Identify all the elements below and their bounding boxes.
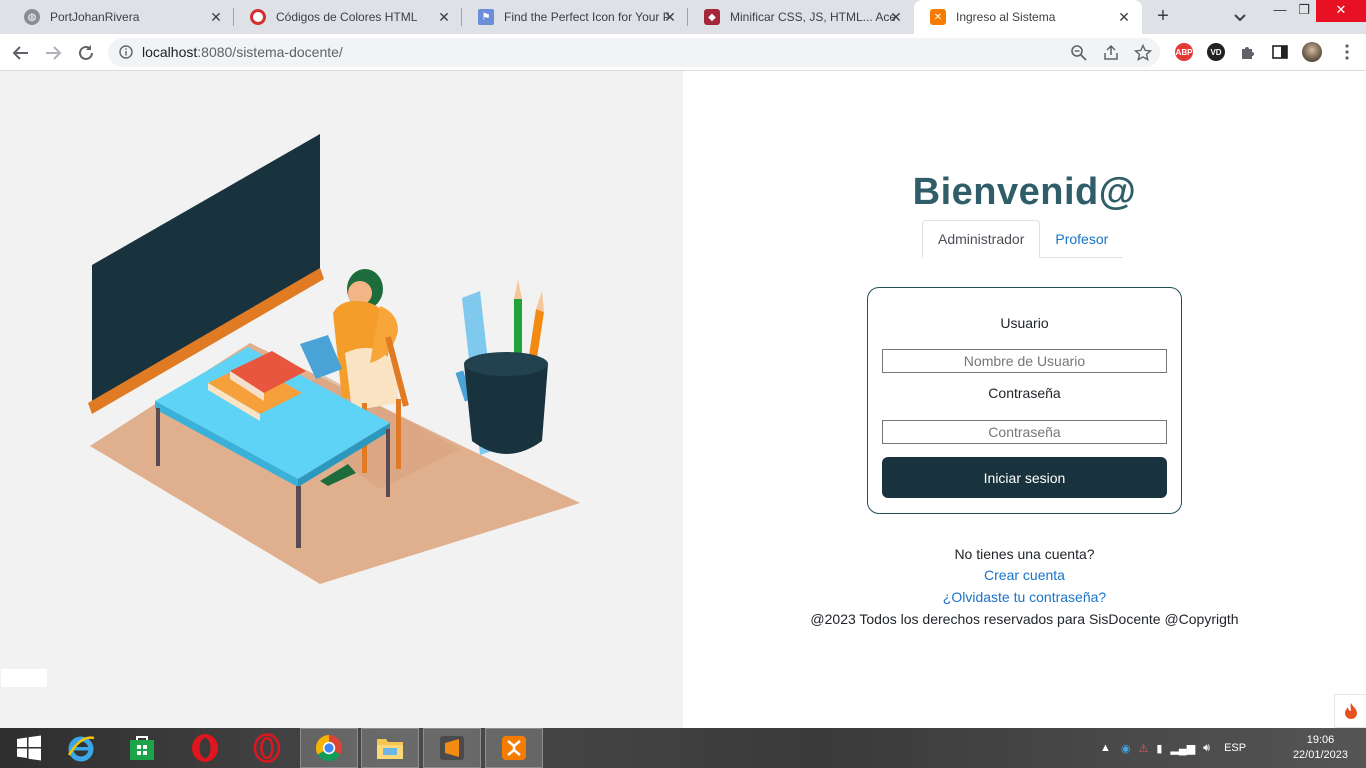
- close-window-button[interactable]: ✕: [1316, 0, 1366, 22]
- fire-icon-button[interactable]: [1334, 694, 1366, 728]
- xampp-icon[interactable]: [485, 728, 543, 768]
- role-tabs: Administrador Profesor: [922, 220, 1124, 258]
- close-tab-icon[interactable]: ✕: [888, 9, 904, 25]
- volume-icon[interactable]: 🔊︎: [1203, 742, 1210, 755]
- flag-icon: ⚑: [478, 9, 494, 25]
- windows-taskbar: ▲ ◉ ⚠ ▮ ▂▄▆ 🔊︎ ESP 19:06 22/01/2023: [0, 728, 1366, 768]
- globe-icon: ◍: [24, 9, 40, 25]
- pencil-tip: [536, 291, 544, 312]
- opera-icon[interactable]: [176, 728, 234, 768]
- restore-window-button[interactable]: ❐: [1290, 0, 1318, 22]
- user-label: Usuario: [1000, 315, 1049, 331]
- battery-icon[interactable]: ▮: [1156, 742, 1162, 755]
- system-tray: ▲ ◉ ⚠ ▮ ▂▄▆ 🔊︎ ESP: [1100, 728, 1246, 768]
- create-account-link[interactable]: Crear cuenta: [683, 567, 1366, 583]
- tab-profesor[interactable]: Profesor: [1040, 220, 1123, 258]
- info-icon[interactable]: [119, 45, 133, 59]
- copyright-text: @2023 Todos los derechos reservados para…: [810, 611, 1239, 627]
- close-tab-icon[interactable]: ✕: [208, 9, 224, 25]
- username-input[interactable]: [882, 349, 1167, 373]
- desk-leg: [156, 408, 160, 466]
- tab-ingreso-sistema[interactable]: ✕ Ingreso al Sistema ✕: [914, 0, 1142, 34]
- puzzle-icon[interactable]: [1239, 43, 1257, 61]
- sublime-text-icon[interactable]: [423, 728, 481, 768]
- desk-leg: [296, 486, 301, 548]
- classroom-illustration: [88, 134, 580, 584]
- language-indicator[interactable]: ESP: [1224, 742, 1246, 754]
- close-tab-icon[interactable]: ✕: [662, 9, 678, 25]
- tray-app-icon[interactable]: ◉: [1121, 742, 1131, 755]
- windows-start-icon[interactable]: [0, 728, 58, 768]
- fire-icon: [1344, 703, 1357, 719]
- opera-gx-icon[interactable]: [238, 728, 296, 768]
- internet-explorer-icon[interactable]: [52, 728, 110, 768]
- url-text: localhost:8080/sistema-docente/: [142, 44, 343, 60]
- minify-icon: ◆: [704, 9, 720, 25]
- login-form-card: Usuario Contraseña Iniciar sesion: [867, 287, 1182, 514]
- tab-title: Minificar CSS, JS, HTML... Acele: [730, 10, 895, 24]
- tab-search-chevron-icon[interactable]: [1230, 8, 1250, 28]
- tab-title: Códigos de Colores HTML: [276, 10, 418, 24]
- signal-icon[interactable]: ▂▄▆: [1170, 742, 1195, 755]
- chair-leg: [396, 399, 401, 469]
- xampp-icon: ✕: [930, 9, 946, 25]
- tab-title: Ingreso al Sistema: [956, 10, 1056, 24]
- file-explorer-icon[interactable]: [361, 728, 419, 768]
- share-icon[interactable]: [1102, 44, 1120, 62]
- password-input[interactable]: [882, 420, 1167, 444]
- sidepanel-icon[interactable]: [1271, 43, 1289, 61]
- page-title: Bienvenid@: [912, 171, 1137, 213]
- url-host: localhost: [142, 44, 198, 60]
- arrow-left-icon: [12, 46, 28, 60]
- browser-toolbar: localhost:8080/sistema-docente/ ABP VD: [0, 34, 1366, 71]
- pencil-cup-rim: [464, 352, 548, 376]
- no-account-text: No tienes una cuenta?: [954, 546, 1095, 562]
- login-button[interactable]: Iniciar sesion: [882, 457, 1167, 498]
- menu-kebab-icon[interactable]: [1338, 43, 1356, 61]
- blank-box: [1, 669, 47, 687]
- tab-codigos-colores[interactable]: Códigos de Colores HTML ✕: [234, 0, 462, 34]
- arrow-right-icon: [46, 46, 62, 60]
- tab-minificar[interactable]: ◆ Minificar CSS, JS, HTML... Acele ✕: [688, 0, 914, 34]
- forward-button[interactable]: [41, 41, 65, 65]
- back-button[interactable]: [9, 41, 33, 65]
- desk-leg: [386, 429, 390, 497]
- address-bar[interactable]: localhost:8080/sistema-docente/: [108, 38, 1160, 67]
- show-hidden-icons-icon[interactable]: ▲: [1100, 742, 1111, 754]
- bookmark-star-icon[interactable]: [1134, 44, 1152, 62]
- close-tab-icon[interactable]: ✕: [1116, 9, 1132, 25]
- browser-tab-strip: ◍ PortJohanRivera ✕ Códigos de Colores H…: [0, 0, 1366, 34]
- zoom-icon[interactable]: [1070, 44, 1088, 62]
- reload-icon: [79, 45, 93, 60]
- tab-portjohanrivera[interactable]: ◍ PortJohanRivera ✕: [8, 0, 234, 34]
- page-content: Bienvenid@ Administrador Profesor Usuari…: [0, 71, 1366, 728]
- tab-title: PortJohanRivera: [50, 10, 140, 24]
- network-warning-icon[interactable]: ⚠: [1139, 742, 1149, 755]
- clock-date: 22/01/2023: [1292, 749, 1348, 761]
- reload-button[interactable]: [74, 41, 98, 65]
- clock[interactable]: 19:06 22/01/2023: [1293, 733, 1348, 763]
- password-label: Contraseña: [988, 385, 1061, 401]
- pencil-tip: [514, 279, 522, 299]
- close-tab-icon[interactable]: ✕: [436, 9, 452, 25]
- illustration-panel: [0, 71, 683, 728]
- login-panel: Bienvenid@ Administrador Profesor Usuari…: [683, 71, 1366, 728]
- tab-administrador[interactable]: Administrador: [922, 220, 1041, 258]
- tab-title: Find the Perfect Icon for Your P: [504, 10, 669, 24]
- chrome-icon[interactable]: [300, 728, 358, 768]
- profile-avatar[interactable]: [1302, 42, 1322, 62]
- url-path: :8080/sistema-docente/: [197, 44, 343, 60]
- tab-find-icon[interactable]: ⚑ Find the Perfect Icon for Your P ✕: [462, 0, 688, 34]
- new-tab-button[interactable]: +: [1152, 6, 1174, 28]
- store-icon[interactable]: [113, 728, 171, 768]
- red-circle-icon: [250, 9, 266, 25]
- forgot-password-link[interactable]: ¿Olvidaste tu contraseña?: [683, 589, 1366, 605]
- clock-time: 19:06: [1306, 734, 1335, 746]
- abp-icon[interactable]: ABP: [1175, 43, 1193, 61]
- vd-icon[interactable]: VD: [1207, 43, 1225, 61]
